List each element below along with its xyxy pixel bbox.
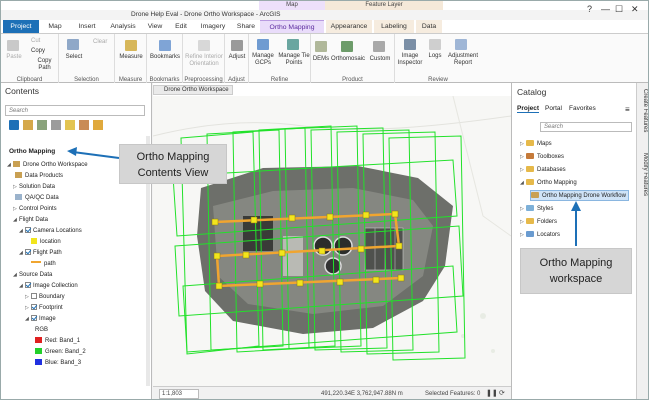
- callout-arrows: [67, 147, 581, 246]
- workspace-callout-arrow-head: [571, 201, 581, 211]
- callout-contents-line2: Contents View: [137, 167, 209, 179]
- callout-workspace-line1: Ortho Mapping: [539, 257, 613, 269]
- callout-contents-line1: Ortho Mapping: [136, 151, 210, 163]
- callout-ortho-workspace: Ortho Mapping workspace: [520, 248, 632, 294]
- arcgis-pro-window: Map Feature Layer ? — ☐ ✕ Drone Help Eva…: [0, 0, 649, 400]
- callout-workspace-line2: workspace: [549, 273, 603, 285]
- contents-callout-arrow-line: [72, 151, 120, 159]
- contents-callout-arrow-head: [67, 147, 77, 156]
- callout-contents-view: Ortho Mapping Contents View: [119, 144, 227, 184]
